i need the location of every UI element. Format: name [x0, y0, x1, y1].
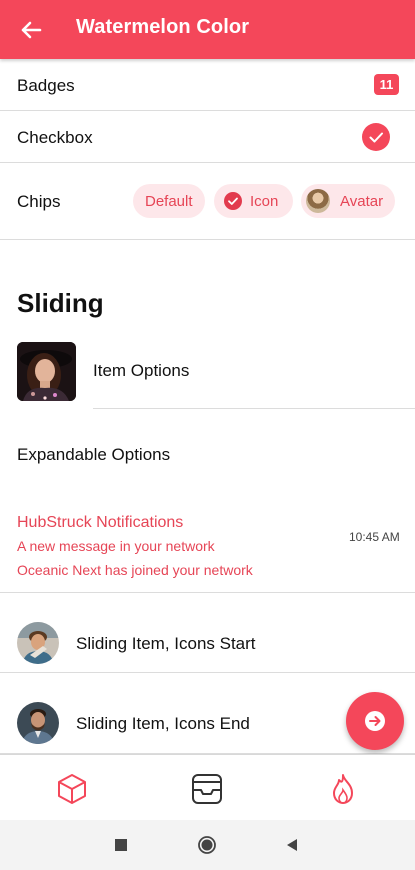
arrow-forward-circle-icon — [365, 711, 385, 731]
chip-avatar-image — [306, 189, 330, 213]
avatar — [17, 702, 59, 744]
chip-avatar[interactable]: Avatar — [301, 184, 395, 218]
checkbox-checked[interactable] — [362, 123, 390, 151]
item-options-thumbnail — [17, 342, 76, 401]
notification-time: 10:45 AM — [349, 530, 400, 544]
recents-square-icon[interactable] — [113, 837, 129, 853]
badges-label: Badges — [17, 76, 75, 95]
system-nav-bar — [0, 820, 415, 870]
chip-default[interactable]: Default — [133, 184, 205, 218]
notification-title: HubStruck Notifications — [17, 514, 184, 531]
section-heading: Sliding — [17, 288, 104, 318]
item-options-label: Item Options — [93, 361, 190, 380]
fab-button[interactable] — [346, 692, 404, 750]
back-triangle-icon[interactable] — [284, 837, 300, 853]
expandable-options-label[interactable]: Expandable Options — [17, 445, 170, 465]
checkbox-label: Checkbox — [17, 128, 93, 147]
notification-line-1: A new message in your network — [17, 538, 215, 554]
chip-default-label: Default — [145, 192, 193, 210]
checkmark-circle-icon — [224, 192, 242, 210]
count-badge: 11 — [374, 74, 399, 95]
arrow-left-icon[interactable] — [18, 17, 44, 43]
notification-line-2: Oceanic Next has joined your network — [17, 562, 253, 578]
chips-label: Chips — [17, 192, 61, 211]
sliding-item-icons-start[interactable] — [0, 593, 415, 673]
page-title: Watermelon Color — [76, 16, 250, 38]
avatar — [17, 622, 59, 664]
flame-icon[interactable] — [326, 772, 360, 806]
cube-icon[interactable] — [55, 772, 89, 806]
app-header: Watermelon Color — [0, 0, 415, 59]
tab-bar — [0, 754, 415, 820]
chip-avatar-label: Avatar — [340, 192, 384, 210]
archive-icon[interactable] — [190, 772, 224, 806]
chip-icon[interactable]: Icon — [214, 184, 293, 218]
checkmark-icon — [369, 132, 383, 143]
icons-start-label: Sliding Item, Icons Start — [76, 634, 256, 653]
icons-end-label: Sliding Item, Icons End — [76, 714, 250, 733]
chip-icon-label: Icon — [250, 192, 279, 210]
home-circle-icon[interactable] — [197, 835, 217, 855]
